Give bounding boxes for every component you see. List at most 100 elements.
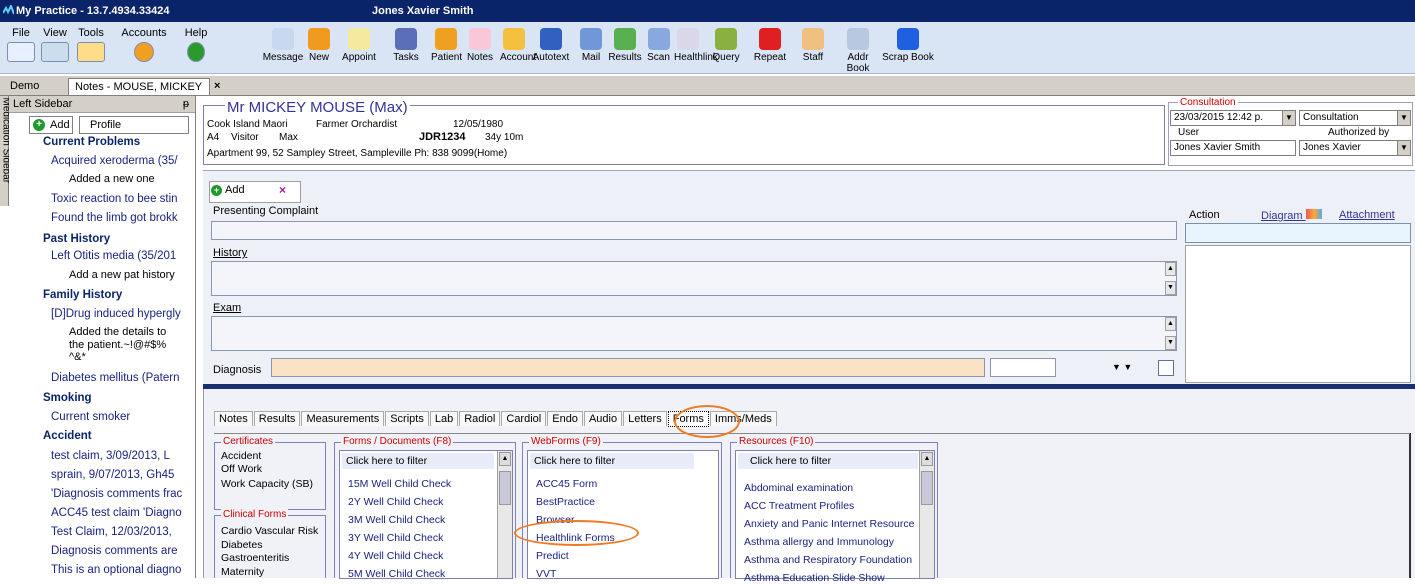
forms-filter[interactable]: Click here to filter (342, 453, 494, 469)
sidebar-item[interactable]: Diagnosis comments are (51, 545, 201, 557)
user-field[interactable]: Jones Xavier Smith (1170, 140, 1296, 156)
resources-list-item[interactable]: Anxiety and Panic Internet Resource (744, 518, 914, 530)
appoint-button[interactable]: Appoint (335, 22, 383, 72)
clinical-item[interactable]: Diabetes (221, 539, 262, 551)
scroll-down-icon[interactable]: ▼ (1165, 281, 1176, 295)
webforms-list-item[interactable]: BestPractice (536, 496, 595, 508)
sidebar-item[interactable]: test claim, 3/09/2013, L (51, 450, 201, 462)
forms-list-item[interactable]: 15M Well Child Check (348, 478, 451, 490)
sidebar-item[interactable]: ACC45 test claim 'Diagno (51, 507, 201, 519)
sidebar-item[interactable]: Toxic reaction to bee stin (51, 193, 201, 205)
consult-type-select[interactable]: Consultation ▼ (1299, 110, 1411, 126)
tasks-button[interactable]: Tasks (382, 22, 430, 72)
query-button[interactable]: Query (702, 22, 750, 72)
forms-list-item[interactable]: 5M Well Child Check (348, 568, 445, 580)
cert-item[interactable]: Work Capacity (SB) (221, 478, 313, 490)
notes-tab-radiol[interactable]: Radiol (459, 411, 501, 426)
sidebar-section-header[interactable]: Smoking (43, 392, 193, 404)
scroll-up-icon[interactable]: ▲ (499, 452, 511, 466)
chevron-down-icon[interactable]: ▼ ▼ (1112, 362, 1132, 372)
patient-name[interactable]: Mr MICKEY MOUSE (Max) (225, 99, 410, 116)
resources-list[interactable]: Click here to filter Abdominal examinati… (735, 450, 935, 584)
medication-sidebar-tab[interactable]: Medication Sidebar (0, 96, 12, 206)
sidebar-item[interactable]: sprain, 9/07/2013, Gh45 (51, 469, 201, 481)
menu-file[interactable]: File (6, 27, 36, 62)
diagnosis-checkbox[interactable] (1158, 360, 1174, 376)
webforms-filter[interactable]: Click here to filter (530, 453, 694, 469)
scroll-down-icon[interactable]: ▼ (1165, 336, 1176, 350)
sidebar-section-header[interactable]: Past History (43, 233, 193, 245)
sidebar-section-header[interactable]: Family History (43, 289, 193, 301)
healthlink-button[interactable]: Healthlink (674, 22, 718, 72)
new-button[interactable]: New (304, 22, 334, 72)
history-input[interactable]: ▲ ▼ (211, 261, 1177, 296)
sidebar-item[interactable]: Added the details to (69, 326, 219, 338)
webforms-list-item[interactable]: VVT (536, 568, 556, 580)
sidebar-item[interactable]: Diabetes mellitus (Patern (51, 372, 201, 384)
diagnosis-input[interactable] (271, 358, 985, 377)
notes-tab-endo[interactable]: Endo (547, 411, 583, 426)
scroll-thumb[interactable] (499, 471, 511, 505)
sidebar-item[interactable]: the patient.~!@#$% (69, 339, 219, 351)
forms-list-item[interactable]: 4Y Well Child Check (348, 550, 443, 562)
mail-button[interactable]: Mail (574, 22, 608, 72)
menu-help[interactable]: Help (180, 27, 212, 62)
diagram-link[interactable]: Diagram (1261, 209, 1322, 222)
scroll-thumb[interactable] (921, 471, 933, 505)
sidebar-item[interactable]: Found the limb got brokk (51, 212, 201, 224)
account-button[interactable]: Account (500, 22, 536, 72)
resources-list-item[interactable]: ACC Treatment Profiles (744, 500, 854, 512)
notes-tab-cardiol[interactable]: Cardiol (501, 411, 547, 426)
scroll-up-icon[interactable]: ▲ (1165, 262, 1176, 276)
sidebar-item[interactable]: Test Claim, 12/03/2013, (51, 526, 201, 538)
message-button[interactable]: Message (258, 22, 308, 72)
sidebar-item[interactable]: Added a new one (69, 173, 219, 185)
forms-list-item[interactable]: 3M Well Child Check (348, 514, 445, 526)
cert-item[interactable]: Off Work (221, 463, 262, 475)
attachment-link[interactable]: Attachment (1339, 209, 1395, 221)
scan-button[interactable]: Scan (643, 22, 674, 72)
exam-input[interactable]: ▲ ▼ (211, 316, 1177, 351)
scrap-book-button[interactable]: Scrap Book (878, 22, 938, 72)
consult-datetime-select[interactable]: 23/03/2015 12:42 p. ▼ (1170, 110, 1296, 126)
sidebar-item[interactable]: Current smoker (51, 411, 201, 423)
sidebar-item[interactable]: This is an optional diagno (51, 564, 201, 576)
tab-notes[interactable]: Notes - MOUSE, MICKEY (68, 78, 210, 95)
scroll-up-icon[interactable]: ▲ (921, 452, 933, 466)
resources-filter[interactable]: Click here to filter (738, 453, 918, 469)
clinical-item[interactable]: Cardio Vascular Risk (221, 525, 318, 537)
resources-list-item[interactable]: Abdominal examination (744, 482, 853, 494)
forms-scrollbar[interactable]: ▲ (497, 451, 512, 578)
menu-accounts[interactable]: Accounts (116, 27, 172, 62)
resources-list-item[interactable]: Asthma and Respiratory Foundation (744, 554, 912, 566)
history-label[interactable]: History (213, 247, 247, 259)
menu-tools[interactable]: Tools (74, 27, 108, 62)
webforms-list-item[interactable]: ACC45 Form (536, 478, 597, 490)
close-tab-icon[interactable]: × (208, 78, 226, 95)
sidebar-section-header[interactable]: Accident (43, 430, 193, 442)
tab-demo[interactable]: Demo (4, 78, 45, 95)
sidebar-item[interactable]: 'Diagnosis comments frac (51, 488, 201, 500)
cert-item[interactable]: Accident (221, 450, 261, 462)
menu-view[interactable]: View (40, 27, 70, 62)
resources-scrollbar[interactable]: ▲ (919, 451, 934, 578)
notes-tab-results[interactable]: Results (253, 411, 301, 426)
notes-button[interactable]: Notes (461, 22, 499, 72)
diagnosis-code-input[interactable] (990, 358, 1056, 377)
authorized-by-select[interactable]: Jones Xavier ▼ (1299, 140, 1411, 156)
addr-book-button[interactable]: Addr Book (839, 22, 877, 74)
patient-button[interactable]: Patient (431, 22, 462, 72)
action-list[interactable] (1185, 245, 1411, 383)
presenting-complaint-input[interactable] (211, 221, 1177, 240)
notes-tab-audio[interactable]: Audio (583, 411, 623, 426)
sidebar-item[interactable]: ^&* (69, 351, 219, 363)
notes-tab-scripts[interactable]: Scripts (385, 411, 429, 426)
sidebar-profile-button[interactable]: Profile (79, 116, 189, 134)
forms-documents-list[interactable]: Click here to filter 15M Well Child Chec… (339, 450, 513, 580)
staff-button[interactable]: Staff (789, 22, 837, 72)
sidebar-item[interactable]: Left Otitis media (35/201 (51, 250, 201, 262)
sidebar-item[interactable]: Add a new pat history (69, 269, 219, 281)
action-input[interactable] (1185, 223, 1411, 243)
resources-list-item[interactable]: Asthma allergy and Immunology (744, 536, 894, 548)
autotext-button[interactable]: Autotext (528, 22, 574, 72)
